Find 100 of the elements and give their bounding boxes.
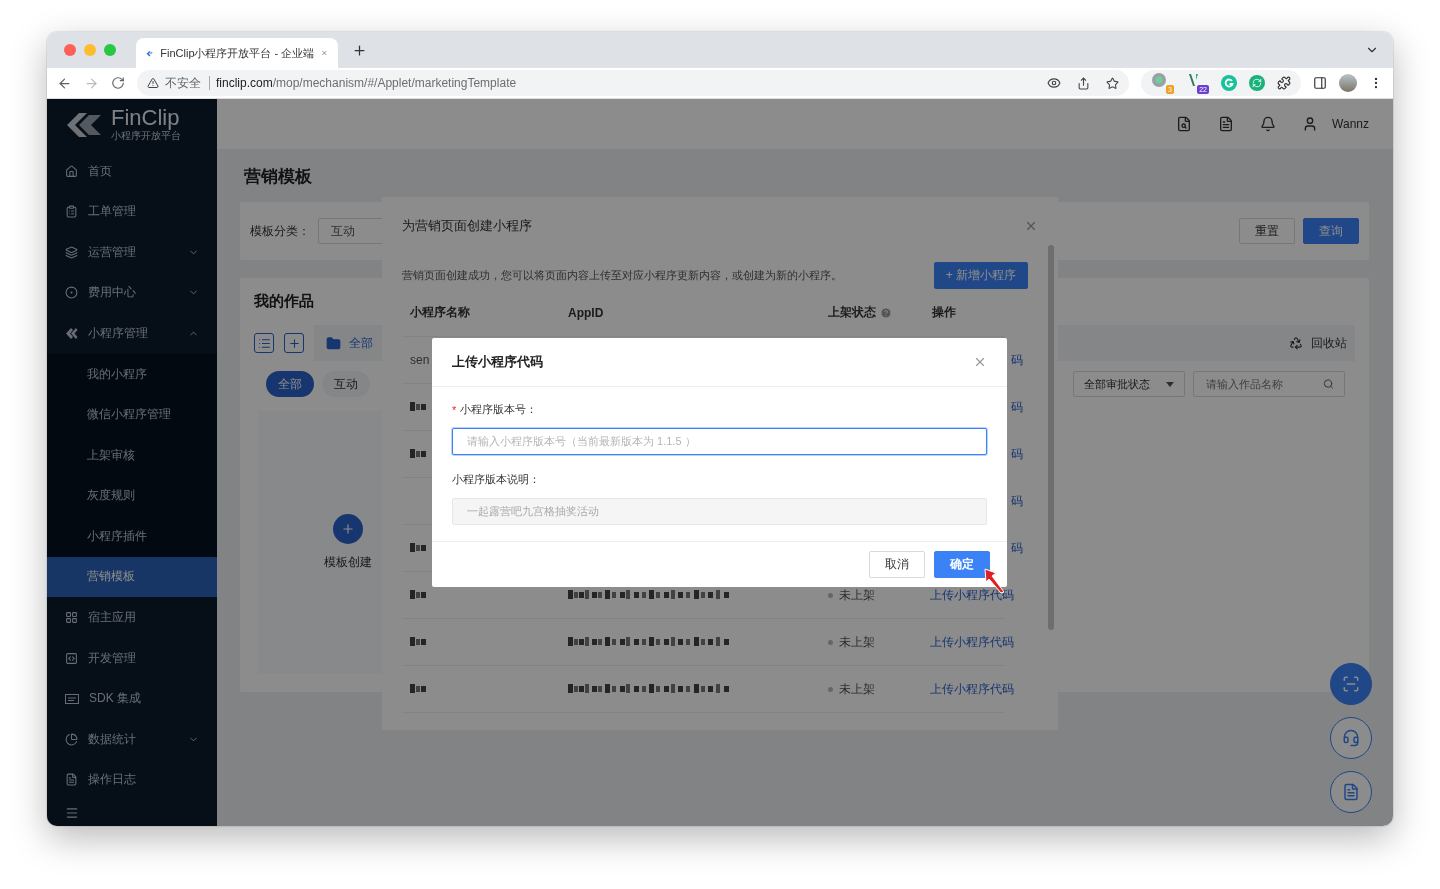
browser-tab[interactable]: FinClip小程序开放平台 - 企业端: [136, 38, 338, 68]
filter-pill[interactable]: 全部: [266, 371, 314, 397]
logo-text: FinClip: [111, 107, 181, 129]
document-icon[interactable]: [1218, 116, 1235, 132]
upload-link[interactable]: 上传小程序代码: [930, 633, 1014, 651]
new-tab-button[interactable]: [352, 42, 367, 58]
reload-button[interactable]: [111, 76, 125, 90]
menu-item[interactable]: 宿主应用: [47, 597, 217, 638]
grid-icon: [65, 610, 78, 624]
eye-icon[interactable]: [1047, 76, 1061, 90]
refresh-icon: [1252, 78, 1262, 88]
status-text: 未上架: [839, 633, 875, 651]
table-cell: sen: [410, 353, 430, 367]
bookmark-star-icon[interactable]: [1106, 76, 1119, 90]
status-text: 未上架: [839, 586, 875, 604]
puzzle-icon[interactable]: [1277, 76, 1291, 90]
add-miniprogram-button[interactable]: + 新增小程序: [933, 262, 1028, 289]
folder-label: 全部: [349, 334, 373, 352]
url-text: finclip.com/mop/mechanism/#/Applet/marketingTemplate: [216, 76, 518, 90]
address-bar[interactable]: 不安全 finclip.com/mop/mechanism/#/Applet/marketingTemplate: [137, 70, 1129, 96]
code-icon: [65, 651, 78, 665]
home-icon: [65, 164, 78, 178]
document-icon: [65, 773, 78, 787]
submenu-item[interactable]: 微信小程序管理: [47, 394, 217, 435]
cancel-button[interactable]: 取消: [869, 551, 925, 578]
share-icon[interactable]: [1077, 76, 1090, 90]
file-search-icon[interactable]: [1176, 116, 1193, 132]
sync-icon[interactable]: [1249, 75, 1265, 91]
filter-label: 模板分类：: [250, 222, 310, 240]
sdk-icon: [65, 693, 79, 704]
column-header: 小程序名称: [410, 304, 470, 321]
reset-button[interactable]: 重置: [1239, 218, 1295, 244]
side-panel-icon[interactable]: [1313, 76, 1327, 90]
layers-icon: [65, 245, 78, 259]
upload-link[interactable]: 上传小程序代码: [930, 586, 1014, 604]
plus-icon: [341, 521, 355, 536]
user-name[interactable]: Wannz: [1332, 117, 1369, 131]
bell-icon[interactable]: [1260, 116, 1277, 132]
window-close-button[interactable]: [64, 44, 76, 56]
submenu-item[interactable]: 小程序插件: [47, 516, 217, 557]
caret-icon: [1166, 381, 1174, 387]
menu-item[interactable]: SDK 集成: [47, 678, 217, 719]
upload-link[interactable]: 码: [1011, 492, 1023, 510]
warning-icon: [147, 77, 159, 89]
headset-icon: [1342, 729, 1360, 747]
upload-link[interactable]: 码: [1011, 445, 1023, 463]
confirm-button[interactable]: 确定: [934, 551, 990, 578]
upload-link[interactable]: 码: [1011, 539, 1023, 557]
upload-link[interactable]: 上传小程序代码: [930, 680, 1014, 698]
menu-item[interactable]: 小程序管理: [47, 313, 217, 354]
close-icon[interactable]: [1024, 219, 1038, 233]
close-icon[interactable]: [973, 355, 987, 369]
menu-item[interactable]: 工单管理: [47, 191, 217, 233]
query-button[interactable]: 查询: [1303, 218, 1359, 244]
search-input[interactable]: 请输入作品名称: [1204, 377, 1324, 391]
menu-item[interactable]: 费用中心: [47, 272, 217, 314]
menu-item[interactable]: 开发管理: [47, 637, 217, 679]
list-view-button[interactable]: [254, 333, 274, 353]
menu-item[interactable]: 操作日志: [47, 759, 217, 800]
menu-item[interactable]: 数据统计: [47, 718, 217, 760]
recycle-bin-button[interactable]: 回收站: [1281, 334, 1355, 352]
submenu-item[interactable]: 上架审核: [47, 434, 217, 476]
column-header: 上架状态: [828, 304, 876, 321]
dialog-title: 为营销页面创建小程序: [402, 217, 532, 235]
status-select[interactable]: 全部审批状态: [1073, 371, 1185, 397]
search-icon: [1323, 378, 1334, 390]
back-button[interactable]: [57, 75, 72, 91]
scan-icon: [1342, 675, 1360, 693]
tab-title: FinClip小程序开放平台 - 企业端: [160, 45, 315, 61]
add-button[interactable]: [284, 333, 304, 353]
security-label: 不安全: [165, 76, 210, 90]
upload-link[interactable]: 码: [1011, 351, 1023, 369]
search-field[interactable]: 请输入作品名称: [1193, 371, 1345, 397]
menu-item[interactable]: 运营管理: [47, 232, 217, 273]
page-title: 营销模板: [244, 166, 313, 188]
menu-item[interactable]: 首页: [47, 150, 217, 192]
profile-avatar[interactable]: [1339, 74, 1357, 92]
logo-subtitle: 小程序开放平台: [111, 129, 181, 143]
circle-dot-icon: [65, 286, 78, 300]
submenu-item[interactable]: 营销模板: [47, 556, 217, 598]
status-text: 未上架: [839, 680, 875, 698]
clipboard-icon: [65, 205, 78, 219]
help-icon[interactable]: [880, 306, 892, 319]
filter-pill[interactable]: 互动: [322, 371, 370, 397]
column-header: 操作: [932, 304, 956, 321]
plus-icon: [352, 42, 367, 58]
pie-chart-icon: [65, 732, 78, 746]
section-title: 我的作品: [254, 292, 315, 311]
create-button[interactable]: [333, 513, 363, 544]
submenu-item[interactable]: 我的小程序: [47, 353, 217, 395]
submenu-item[interactable]: 灰度规则: [47, 475, 217, 517]
upload-link[interactable]: 码: [1011, 398, 1023, 416]
forward-button[interactable]: [84, 75, 99, 91]
list-icon: [257, 336, 271, 350]
chevrons-icon: [65, 327, 78, 340]
dialog-message: 营销页面创建成功，您可以将页面内容上传至对应小程序更新内容，或创建为新的小程序。: [402, 268, 842, 283]
version-input[interactable]: 请输入小程序版本号（当前最新版本为 1.1.5 ）: [452, 427, 987, 455]
forward-arrow-icon: [84, 75, 99, 91]
required-mark: *: [452, 403, 457, 416]
field-label: 小程序版本号：: [460, 402, 538, 418]
